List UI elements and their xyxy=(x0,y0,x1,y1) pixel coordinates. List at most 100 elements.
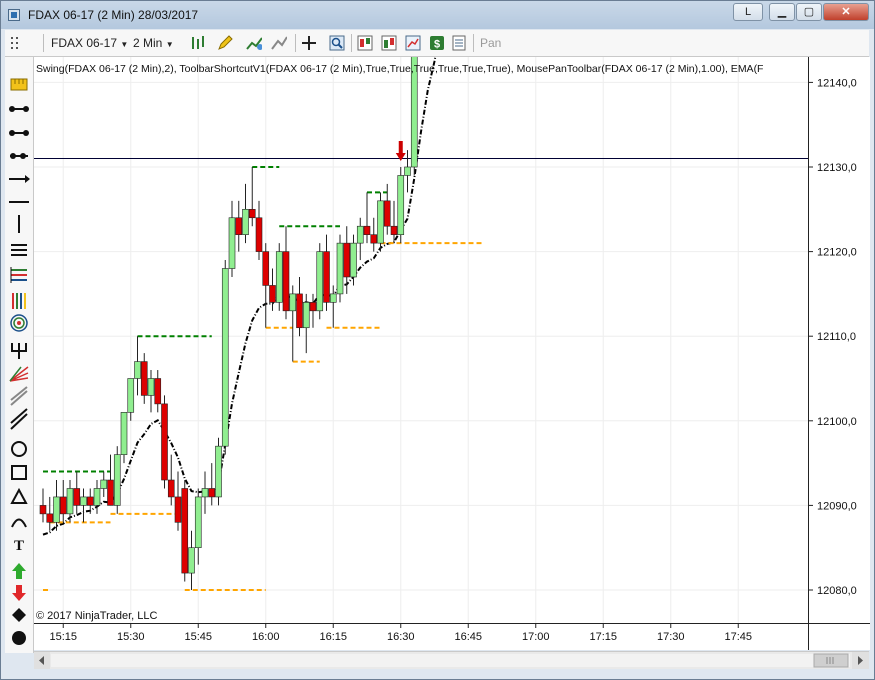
candle-body xyxy=(73,488,81,506)
zoom-icon[interactable] xyxy=(329,35,345,51)
data-box-icon[interactable] xyxy=(357,35,373,51)
candle-body xyxy=(377,200,384,244)
candle xyxy=(46,496,54,531)
maximize-button[interactable]: ▢ xyxy=(796,3,822,21)
extended-line-icon[interactable] xyxy=(9,175,30,183)
candle-body xyxy=(59,496,67,515)
candle-body xyxy=(208,488,216,498)
arrow-up-icon[interactable] xyxy=(12,563,26,579)
scroll-left-icon[interactable] xyxy=(34,652,50,669)
ruler-icon[interactable] xyxy=(10,78,28,91)
candle xyxy=(167,454,175,506)
candle-body xyxy=(383,200,391,227)
scroll-right-icon[interactable] xyxy=(852,652,869,669)
candle-body xyxy=(100,479,108,489)
arrow-down-icon[interactable] xyxy=(12,585,26,601)
andrews-pitchfork-icon[interactable] xyxy=(11,343,27,359)
templates-icon[interactable] xyxy=(405,35,421,51)
candle xyxy=(404,150,411,193)
candle-body xyxy=(316,251,324,312)
candle xyxy=(39,488,47,523)
gann-fan-icon[interactable] xyxy=(9,366,29,382)
minimize-button[interactable]: ▁ xyxy=(769,3,795,21)
diamond-icon[interactable] xyxy=(12,608,26,622)
candle-body xyxy=(343,242,351,278)
triangle-icon[interactable] xyxy=(10,487,28,504)
candle-body xyxy=(390,225,398,235)
time-axis[interactable]: 15:15 15:30 15:45 16:00 16:15 16:30 16:45 17:00… xyxy=(34,623,808,650)
dot-icon[interactable] xyxy=(12,631,26,645)
fibonacci-time-icon[interactable] xyxy=(12,293,26,309)
candle-body xyxy=(107,479,114,506)
y-tick-label: 12140,0 xyxy=(817,77,857,89)
candle-body xyxy=(269,285,276,303)
risk-reward-icon[interactable] xyxy=(9,106,29,112)
pencil-draw-icon[interactable] xyxy=(217,35,233,51)
candle xyxy=(201,471,209,514)
pan-button[interactable]: Pan xyxy=(480,33,501,53)
price-chart[interactable]: Swing(FDAX 06-17 (2 Min),2), ToolbarShor… xyxy=(34,57,808,623)
candle xyxy=(113,446,121,514)
price-axis[interactable]: 12080,0 12090,0 12100,0 12110,0 12120,0 12130… xyxy=(808,57,870,623)
ray-icon[interactable] xyxy=(10,153,28,159)
candle xyxy=(296,276,303,337)
toolbar-separator xyxy=(43,34,44,52)
rectangle-icon[interactable] xyxy=(11,465,27,480)
trend-channel-icon[interactable] xyxy=(10,408,28,430)
x-tick-label: 15:30 xyxy=(117,631,145,643)
horizontal-scrollbar[interactable] xyxy=(34,651,869,669)
candle-body xyxy=(147,378,155,396)
add-indicator-icon[interactable] xyxy=(246,35,262,51)
ellipse-icon[interactable] xyxy=(11,441,27,457)
candle-body xyxy=(93,488,101,506)
dollar-icon[interactable]: $ xyxy=(429,35,445,51)
candle xyxy=(275,243,283,311)
y-tick-label: 12080,0 xyxy=(817,585,857,597)
price-chart-panel[interactable]: Swing(FDAX 06-17 (2 Min),2), ToolbarShor… xyxy=(34,57,808,623)
interval-selector[interactable]: 2 Min ▼ xyxy=(133,33,174,53)
crosshair-icon[interactable] xyxy=(301,35,317,51)
candle-body xyxy=(370,234,378,244)
minimize-icon: ▁ xyxy=(777,6,787,18)
strategy-icon[interactable] xyxy=(271,35,287,51)
line-icon[interactable] xyxy=(9,130,29,136)
link-button[interactable]: L xyxy=(733,3,763,21)
y-tick-label: 12100,0 xyxy=(817,416,857,428)
candle-body xyxy=(181,488,189,574)
candle xyxy=(255,200,263,261)
text-icon[interactable]: T xyxy=(14,538,24,554)
title-bar[interactable]: FDAX 06-17 (2 Min) 28/03/2017 L ▁ ▢ ✕ xyxy=(1,1,874,29)
arc-icon[interactable] xyxy=(11,518,27,528)
properties-panel-icon[interactable] xyxy=(451,35,467,51)
candle xyxy=(208,463,216,506)
fibonacci-retracement-icon[interactable] xyxy=(11,244,27,256)
candle-body xyxy=(329,293,337,303)
indicator-label: Swing(FDAX 06-17 (2 Min),2), ToolbarShor… xyxy=(36,63,763,75)
candle-body xyxy=(80,496,87,506)
candle-body xyxy=(309,302,317,312)
instrument-selector[interactable]: FDAX 06-17 ▼ xyxy=(51,33,128,53)
close-icon: ✕ xyxy=(841,6,851,18)
candle xyxy=(262,243,270,328)
close-button[interactable]: ✕ xyxy=(823,3,869,21)
candle xyxy=(242,183,249,244)
candle xyxy=(235,200,243,252)
regression-channel-icon[interactable] xyxy=(10,386,28,406)
chart-properties-icon[interactable] xyxy=(381,35,397,51)
candle-body xyxy=(248,209,256,219)
price-axis-labels: 12080,0 12090,0 12100,0 12110,0 12120,0 12130… xyxy=(809,77,857,597)
candle-body xyxy=(201,488,209,498)
x-tick-label: 15:45 xyxy=(184,631,212,643)
bar-type-icon[interactable] xyxy=(190,35,206,51)
candle-body xyxy=(46,513,54,523)
fibonacci-extension-icon[interactable] xyxy=(10,267,27,283)
scroll-thumb[interactable] xyxy=(813,653,849,668)
candle xyxy=(282,226,290,320)
candle xyxy=(323,234,330,311)
candle-body xyxy=(188,547,195,574)
candle xyxy=(316,243,324,320)
candle xyxy=(73,471,81,514)
fibonacci-circle-icon[interactable] xyxy=(10,314,28,332)
x-tick-label: 16:00 xyxy=(252,631,280,643)
scroll-track[interactable] xyxy=(51,654,850,667)
